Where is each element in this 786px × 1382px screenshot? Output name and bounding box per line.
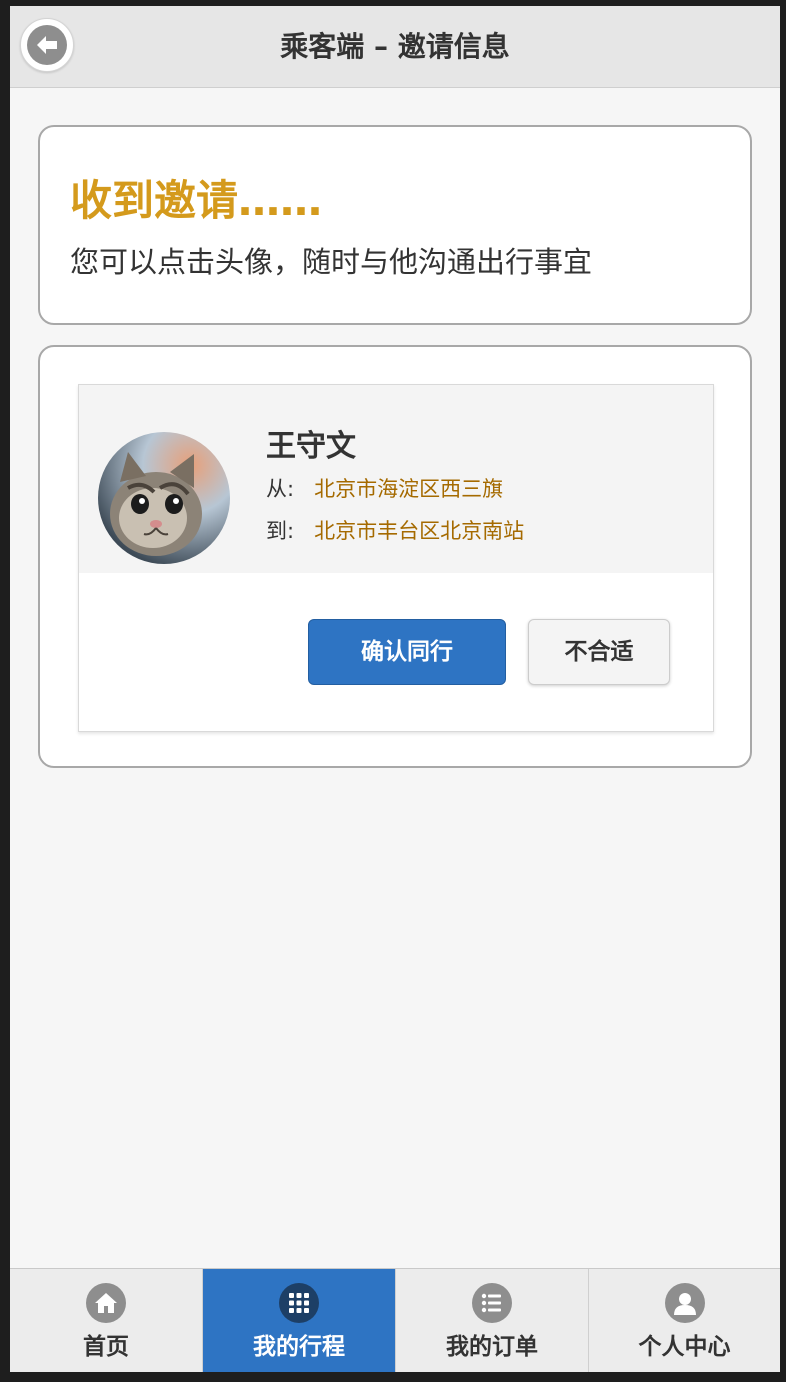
invite-notice-card: 收到邀请…… 您可以点击头像，随时与他沟通出行事宜 [38,125,752,325]
list-icon [472,1283,512,1323]
arrow-left-icon [27,25,67,65]
confirm-button[interactable]: 确认同行 [308,619,506,685]
to-label: 到: [266,519,295,543]
tab-my-trips-label: 我的行程 [253,1334,345,1360]
route-from: 从: 北京市海淀区西三旗 [266,473,503,503]
app-screen: 乘客端 – 邀请信息 收到邀请…… 您可以点击头像，随时与他沟通出行事宜 王守文… [10,6,780,1372]
header-bar: 乘客端 – 邀请信息 [10,6,780,88]
grid-icon [279,1283,319,1323]
tab-my-orders[interactable]: 我的订单 [396,1269,589,1372]
to-place: 北京市丰台区北京南站 [314,519,525,543]
from-place: 北京市海淀区西三旗 [314,477,504,501]
user-icon [664,1283,705,1323]
avatar[interactable] [98,432,230,564]
bottom-tab-bar: 首页 我的行程 我的订单 个人中心 [10,1268,780,1372]
home-icon [86,1283,126,1323]
tab-home[interactable]: 首页 [10,1269,203,1372]
from-label: 从: [266,477,295,501]
reject-button[interactable]: 不合适 [528,619,670,685]
trip-item: 王守文 从: 北京市海淀区西三旗 到: 北京市丰台区北京南站 确认同行 不合适 [78,384,714,732]
tab-my-orders-label: 我的订单 [446,1334,538,1360]
trip-info: 王守文 从: 北京市海淀区西三旗 到: 北京市丰台区北京南站 [79,385,713,573]
invite-title: 收到邀请…… [70,176,323,225]
back-button[interactable] [20,18,74,72]
page-title: 乘客端 – 邀请信息 [280,30,510,63]
driver-name: 王守文 [266,429,356,464]
tab-my-trips[interactable]: 我的行程 [203,1269,396,1372]
tab-personal-center-label: 个人中心 [638,1334,731,1360]
trip-invite-card: 王守文 从: 北京市海淀区西三旗 到: 北京市丰台区北京南站 确认同行 不合适 [38,345,752,768]
tab-personal-center[interactable]: 个人中心 [589,1269,780,1372]
invite-description: 您可以点击头像，随时与他沟通出行事宜 [70,245,593,279]
tab-home-label: 首页 [83,1334,129,1360]
route-to: 到: 北京市丰台区北京南站 [266,515,524,545]
